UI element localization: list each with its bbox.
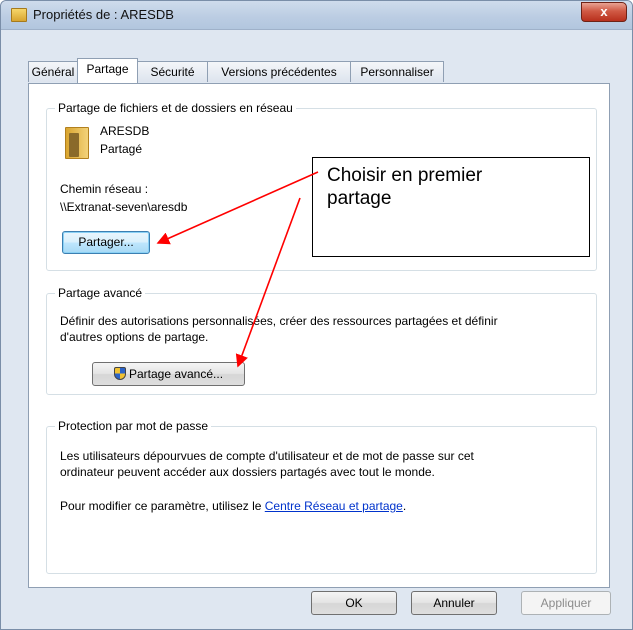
cancel-button[interactable]: Annuler bbox=[411, 591, 497, 615]
password-protection-desc-2: ordinateur peuvent accéder aux dossiers … bbox=[60, 465, 435, 479]
password-protection-desc-1: Les utilisateurs dépourvues de compte d'… bbox=[60, 449, 474, 463]
advanced-sharing-desc-2: d'autres options de partage. bbox=[60, 330, 209, 344]
password-protection-title: Protection par mot de passe bbox=[55, 419, 212, 433]
ok-button[interactable]: OK bbox=[311, 591, 397, 615]
folder-share-status: Partagé bbox=[100, 142, 143, 156]
annotation-line-2: partage bbox=[327, 188, 392, 209]
window-title: Propriétés de : ARESDB bbox=[33, 7, 174, 22]
tab-security[interactable]: Sécurité bbox=[137, 61, 208, 82]
advanced-sharing-group: Partage avancé Définir des autorisations… bbox=[46, 286, 597, 395]
annotation-line-1: Choisir en premier bbox=[327, 165, 483, 186]
network-path-value: \\Extranat-seven\aresdb bbox=[60, 200, 188, 214]
advanced-sharing-button[interactable]: Partage avancé... bbox=[92, 362, 245, 386]
advanced-sharing-title: Partage avancé bbox=[55, 286, 146, 300]
tab-previous-versions[interactable]: Versions précédentes bbox=[207, 61, 351, 82]
tab-customize[interactable]: Personnaliser bbox=[350, 61, 444, 82]
apply-button[interactable]: Appliquer bbox=[521, 591, 611, 615]
advanced-sharing-desc-1: Définir des autorisations personnalisées… bbox=[60, 314, 498, 328]
change-setting-label: Pour modifier ce paramètre, utilisez le bbox=[60, 499, 262, 513]
properties-window: Propriétés de : ARESDB x Général Partage… bbox=[0, 0, 633, 630]
close-button[interactable]: x bbox=[581, 2, 627, 22]
share-button[interactable]: Partager... bbox=[62, 231, 150, 254]
network-center-link[interactable]: Centre Réseau et partage bbox=[265, 499, 403, 513]
folder-name: ARESDB bbox=[100, 124, 150, 138]
network-sharing-title: Partage de fichiers et de dossiers en ré… bbox=[55, 101, 296, 115]
annotation-callout: Choisir en premier partage bbox=[312, 157, 590, 257]
tab-general[interactable]: Général bbox=[28, 61, 78, 82]
shared-folder-icon bbox=[65, 127, 89, 159]
change-setting-text: Pour modifier ce paramètre, utilisez le … bbox=[60, 499, 406, 513]
tab-sharing[interactable]: Partage bbox=[77, 58, 138, 83]
change-setting-period: . bbox=[402, 499, 407, 513]
advanced-sharing-button-label: Partage avancé... bbox=[128, 367, 224, 381]
network-path-label: Chemin réseau : bbox=[60, 182, 149, 196]
uac-shield-icon bbox=[113, 367, 126, 380]
password-protection-group: Protection par mot de passe Les utilisat… bbox=[46, 419, 597, 574]
title-bar[interactable]: Propriétés de : ARESDB x bbox=[1, 1, 632, 30]
folder-icon bbox=[11, 8, 27, 22]
